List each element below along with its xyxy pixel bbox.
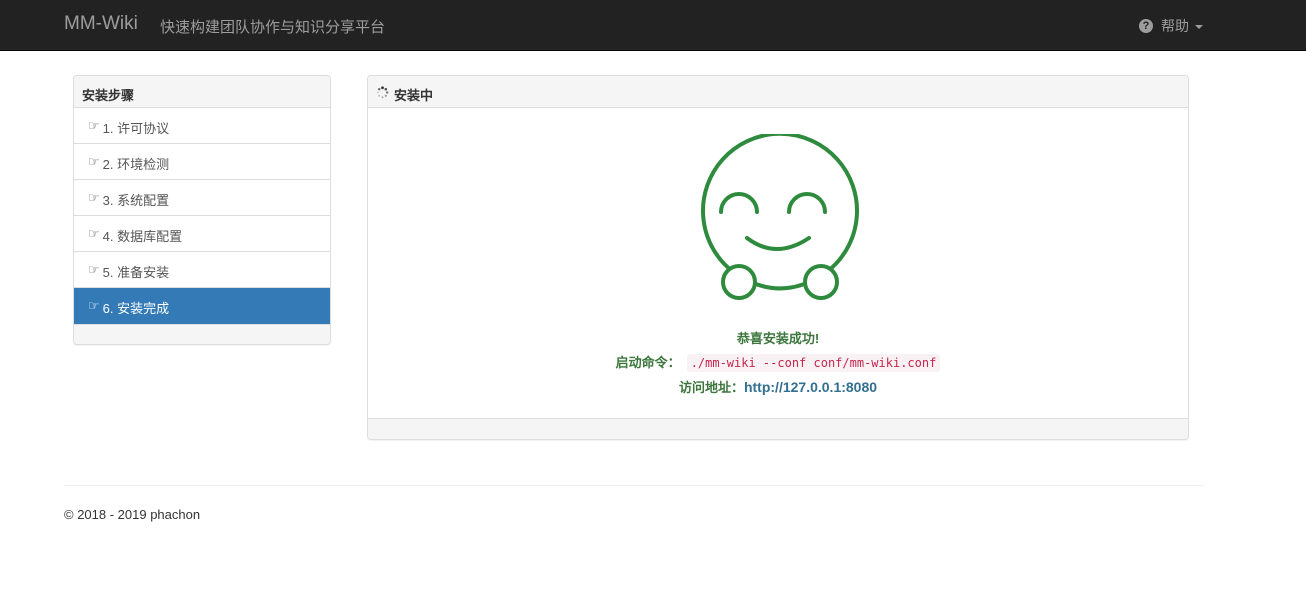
step-label: 6. 安装完成 [102,301,170,316]
step-label: 2. 环境检测 [102,157,170,172]
question-circle-icon: ? [1139,19,1153,33]
hand-pointer-icon: ☞ [88,298,100,313]
top-navbar: MM-Wiki 快速构建团队协作与知识分享平台 ? 帮助 [0,0,1306,51]
start-command-code: ./mm-wiki --conf conf/mm-wiki.conf [686,354,941,372]
url-label: 访问地址： [678,380,744,395]
status-title: 安装中 [394,88,434,103]
help-label: 帮助 [1161,18,1189,34]
step-item[interactable]: ☞ 6. 安装完成 [74,288,330,324]
start-command-row: 启动命令： ./mm-wiki --conf conf/mm-wiki.conf [368,352,1188,372]
hand-pointer-icon: ☞ [88,262,100,277]
step-label: 5. 准备安装 [102,265,170,280]
step-item[interactable]: ☞ 1. 许可协议 [74,108,330,144]
step-item[interactable]: ☞ 5. 准备安装 [74,252,330,288]
caret-down-icon [1195,24,1203,29]
step-item[interactable]: ☞ 2. 环境检测 [74,144,330,180]
success-message: 恭喜安装成功! [736,331,820,346]
spinner-icon [376,86,389,99]
hand-pointer-icon: ☞ [88,118,100,133]
hand-pointer-icon: ☞ [88,190,100,205]
steps-heading: 安装步骤 [74,76,330,108]
step-label: 1. 许可协议 [102,121,170,136]
footer-divider [64,485,1204,486]
copyright-text: © 2018 - 2019 phachon [64,507,201,522]
access-url-link[interactable]: http://127.0.0.1:8080 [744,379,877,395]
smiley-face-icon [701,134,859,300]
steps-list: ☞ 1. 许可协议 ☞ 2. 环境检测 ☞ 3. 系统配置 ☞ 4. 数据库配置 ☞ 5. 准备安… [74,108,330,324]
install-steps-panel: 安装步骤 ☞ 1. 许可协议 ☞ 2. 环境检测 ☞ 3. 系统配置 ☞ 4. 数据库配置 ☞ 5… [73,75,331,345]
status-heading: 安装中 [368,76,1188,108]
hand-pointer-icon: ☞ [88,226,100,241]
status-panel-footer [368,418,1188,439]
step-label: 3. 系统配置 [102,193,170,208]
command-label: 启动命令： [615,355,681,370]
hand-pointer-icon: ☞ [88,154,100,169]
step-label: 4. 数据库配置 [102,229,183,244]
steps-panel-footer [74,324,330,344]
step-item[interactable]: ☞ 4. 数据库配置 [74,216,330,252]
step-item[interactable]: ☞ 3. 系统配置 [74,180,330,216]
access-url-row: 访问地址：http://127.0.0.1:8080 [368,377,1188,396]
install-status-panel: 安装中 恭喜安装成功! 启动命令： ./mm-wiki --conf conf/m… [367,75,1189,440]
help-dropdown[interactable]: ? 帮助 [1139,16,1203,36]
brand-logo[interactable]: MM-Wiki [64,13,138,35]
brand-tagline: 快速构建团队协作与知识分享平台 [160,19,386,36]
